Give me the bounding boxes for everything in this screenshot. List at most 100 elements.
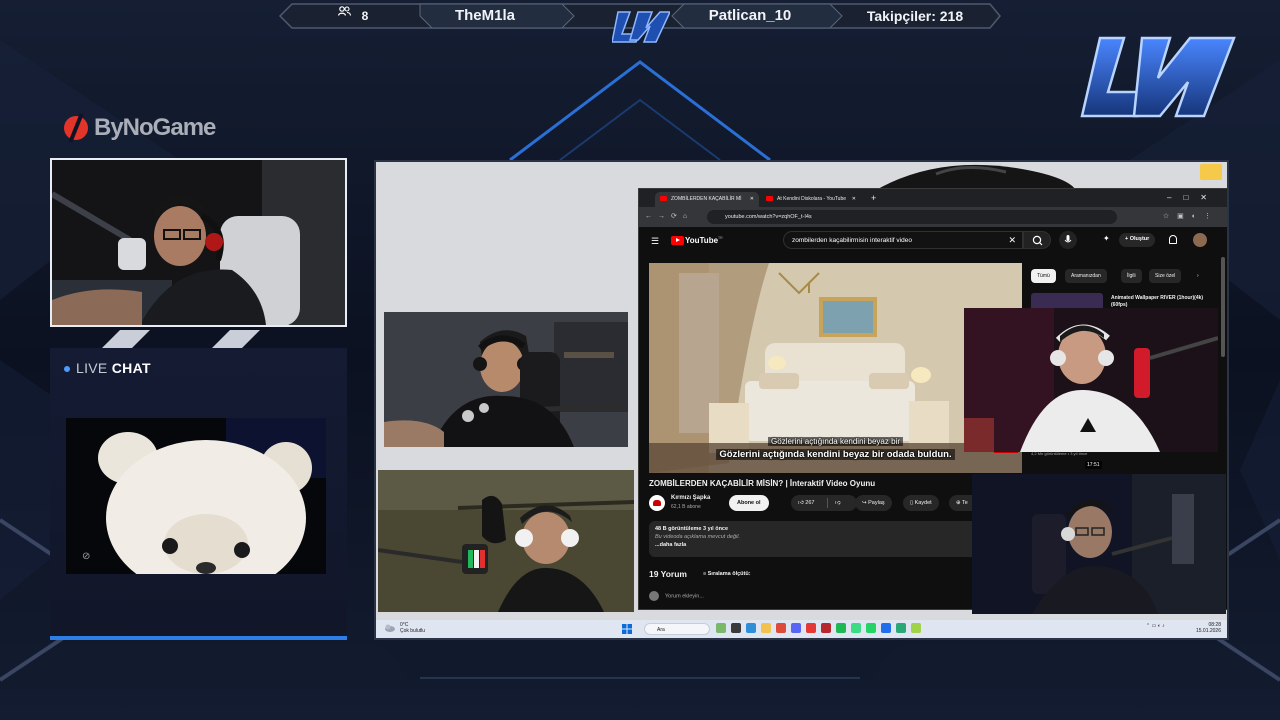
taskbar-search-placeholder: Ara (657, 627, 665, 633)
chrome-icon[interactable] (776, 623, 786, 633)
channel-logo-large (1078, 30, 1238, 126)
description-box[interactable]: 48 B görüntüleme 3 yıl önce Bu videoda a… (649, 521, 1019, 557)
windows-start-icon[interactable] (622, 624, 632, 634)
account-avatar[interactable] (1193, 233, 1207, 247)
whatsapp-icon[interactable] (866, 623, 876, 633)
sort-label: Sıralama ölçütü: (707, 571, 751, 577)
viewer-count: 8 (338, 6, 388, 26)
app-icon[interactable] (896, 623, 906, 633)
chip-all[interactable]: Tümü (1031, 269, 1056, 283)
close-tab-icon[interactable]: ✕ (750, 196, 754, 202)
subscribe-button[interactable]: Abone ol (729, 495, 769, 511)
dollar-icon: ⊕ (956, 500, 961, 506)
app-icon[interactable] (806, 623, 816, 633)
search-value: zombilerden kaçabilirmisin interaktif vi… (792, 237, 912, 244)
chat-label: CHAT (111, 360, 151, 376)
weather-widget[interactable]: 0°C Çok bulutlu (400, 622, 425, 634)
weather-condition: Çok bulutlu (400, 628, 426, 634)
chips-next-icon[interactable]: › (1191, 269, 1205, 283)
channel-avatar[interactable] (649, 495, 665, 511)
file-explorer-icon[interactable] (761, 623, 771, 633)
save-button[interactable]: ▯ Kaydet (903, 495, 939, 511)
clear-search-icon[interactable]: ✕ (1008, 235, 1016, 246)
sponsor-logo: ByNoGame (64, 112, 244, 144)
bookmark-icon: ▯ (910, 500, 914, 506)
create-button[interactable]: + Oluştur (1119, 233, 1156, 247)
app-icon[interactable] (821, 623, 831, 633)
browser-tab-bar: ZOMBİLERDEN KAÇABİLİR Mİ ✕ At Kendini Dis… (639, 189, 1227, 207)
close-tab-icon[interactable]: ✕ (852, 196, 856, 202)
chip-for-you[interactable]: Size özel (1149, 269, 1182, 283)
share-icon: ↪ (862, 500, 867, 506)
notifications-bell-icon[interactable] (1169, 235, 1177, 244)
task-view-icon[interactable] (731, 623, 741, 633)
bottom-decoration (0, 640, 1280, 720)
add-comment-input[interactable]: Yorum ekleyin... (649, 591, 704, 601)
sparkle-icon[interactable]: ✦ (1103, 234, 1110, 243)
discord-icon[interactable] (791, 623, 801, 633)
nav-buttons-icon[interactable]: ←→⟳⌂ (645, 212, 693, 220)
youtube-search-input[interactable]: zombilerden kaçabilirmisin interaktif vi… (783, 231, 1023, 249)
like-dislike-button[interactable]: 👍︎ 267 👎︎ (791, 495, 857, 511)
address-bar[interactable]: youtube.com/watch?v=zqhOF_t-I4s (707, 210, 1117, 224)
user-avatar (649, 591, 659, 601)
menu-icon[interactable]: ☰ (651, 236, 659, 247)
share-label: Paylaş (868, 500, 885, 506)
desktop-folder-icon[interactable] (1200, 164, 1222, 180)
show-more-link[interactable]: ...daha fazla (655, 541, 1013, 549)
taskbar-apps (716, 623, 926, 635)
view-stats: 48 B görüntüleme 3 yıl önce (655, 526, 729, 532)
live-chat-title: LIVE CHAT (64, 360, 151, 376)
clock-date: 15.01.2026 (1195, 628, 1221, 634)
guest-webcam-3 (964, 308, 1218, 452)
taskbar-search[interactable]: Ara (644, 623, 710, 635)
voice-search-button[interactable] (1059, 231, 1077, 249)
window-controls[interactable]: –□✕ (1167, 193, 1219, 202)
recommended-title[interactable]: Animated Wallpaper RIVER (1hour)(4k)(60f… (1111, 295, 1211, 309)
sponsor-name: ByNoGame (94, 114, 216, 141)
browser-tab-active[interactable]: ZOMBİLERDEN KAÇABİLİR Mİ ✕ (655, 192, 759, 207)
share-button[interactable]: ↪ Paylaş (855, 495, 892, 511)
app-icon[interactable] (851, 623, 861, 633)
search-button[interactable] (1023, 231, 1051, 249)
app-icon[interactable] (881, 623, 891, 633)
system-tray-icons[interactable]: ⌃ ▭ ◐ ♪ (1146, 623, 1165, 629)
mic-muted-icon: ⊘ (82, 551, 91, 562)
browser-toolbar: ←→⟳⌂ youtube.com/watch?v=zqhOF_t-I4s ☆▣◐… (639, 207, 1227, 227)
channel-name[interactable]: Kırmızı Şapka (671, 495, 710, 501)
guest-webcam-bear: ⊘ (66, 418, 326, 574)
sponsor-mark-icon (64, 116, 88, 140)
widget-icon[interactable] (716, 623, 726, 633)
spotify-icon[interactable] (836, 623, 846, 633)
recommended-duration: 17:51 (1085, 461, 1102, 469)
edge-icon[interactable] (746, 623, 756, 633)
chip-from-search[interactable]: Aramanızdan (1065, 269, 1107, 283)
youtube-logo[interactable]: YouTubeTR (671, 236, 723, 246)
new-tab-icon[interactable]: + (871, 193, 876, 203)
youtube-play-icon (671, 236, 684, 245)
guest-webcam-2 (378, 470, 634, 612)
thumbs-up-icon[interactable]: 👍︎ (798, 500, 804, 506)
comments-count: 19 Yorum (649, 569, 687, 579)
streamer-webcam (50, 158, 347, 327)
thumbs-down-icon[interactable]: 👎︎ (835, 500, 841, 506)
chip-related[interactable]: İlgili (1121, 269, 1142, 283)
guest-webcam-4 (972, 474, 1226, 614)
sort-comments-button[interactable]: ≡ Sıralama ölçütü: (703, 571, 751, 577)
youtube-header: ☰ YouTubeTR zombilerden kaçabilirmisin i… (639, 227, 1227, 255)
page-scrollbar[interactable] (1221, 257, 1225, 357)
extensions-icon[interactable]: ☆▣◐⋮ (1163, 212, 1219, 220)
video-title: ZOMBİLERDEN KAÇABİLİR MİSİN? | İnterakti… (649, 479, 876, 488)
follower-count: Takipçiler: 218 (866, 8, 964, 24)
shared-desktop-screen: ZOMBİLERDEN KAÇABİLİR Mİ ✕ At Kendini Dis… (374, 160, 1229, 640)
username-right: Patlican_10 (708, 7, 792, 24)
live-label: LIVE (76, 360, 108, 376)
browser-tab[interactable]: At Kendini Diskolara - YouTube ✕ (761, 192, 861, 207)
taskbar-clock[interactable]: 08:28 15.01.2026 (1196, 622, 1221, 634)
weather-icon[interactable] (384, 623, 395, 632)
subtitle-text-2: Gözlerini açtığında kendini beyaz bir od… (716, 449, 955, 460)
app-icon[interactable] (911, 623, 921, 633)
thanks-label: Te (962, 500, 968, 506)
create-label: Oluştur (1129, 236, 1150, 242)
like-count: 267 (805, 500, 815, 506)
